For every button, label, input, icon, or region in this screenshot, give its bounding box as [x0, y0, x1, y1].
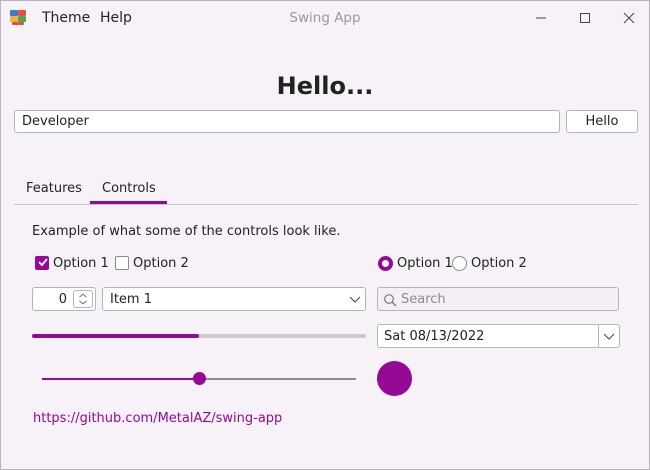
- slider-thumb[interactable]: [193, 372, 206, 385]
- checkbox-option-1[interactable]: [35, 256, 49, 270]
- number-spinner[interactable]: 0: [32, 287, 96, 311]
- checkbox-option-2-label: Option 2: [133, 256, 189, 271]
- close-icon[interactable]: [617, 7, 641, 29]
- slider[interactable]: [42, 372, 356, 385]
- item-combo[interactable]: Item 1: [102, 287, 366, 311]
- combo-value: Item 1: [110, 292, 152, 307]
- hello-title: Hello...: [276, 72, 374, 100]
- date-divider: [598, 325, 599, 347]
- chevron-down-icon: [349, 296, 361, 303]
- hello-button[interactable]: Hello: [566, 110, 638, 133]
- progress-bar: [32, 334, 366, 338]
- app-window: Theme Help Swing App Hello... Hello Feat…: [0, 0, 650, 470]
- chevron-down-icon[interactable]: [603, 331, 615, 341]
- radio-option-2-label: Option 2: [471, 256, 527, 271]
- search-icon: [384, 294, 397, 307]
- tab-controls[interactable]: Controls: [102, 181, 156, 196]
- progress-fill: [32, 334, 199, 338]
- date-value: Sat 08/13/2022: [384, 329, 485, 344]
- minimize-icon[interactable]: [529, 7, 553, 29]
- search-placeholder: Search: [401, 292, 446, 307]
- slider-fill: [42, 378, 199, 380]
- date-picker[interactable]: Sat 08/13/2022: [377, 324, 620, 348]
- checkbox-option-1-label: Option 1: [53, 256, 109, 271]
- maximize-icon[interactable]: [573, 7, 597, 29]
- search-field[interactable]: Search: [377, 287, 619, 311]
- github-link[interactable]: https://github.com/MetalAZ/swing-app: [33, 411, 282, 426]
- radio-option-1-label: Option 1: [397, 256, 453, 271]
- spinner-value: 0: [58, 292, 67, 307]
- radio-option-2[interactable]: [452, 256, 467, 271]
- radio-option-1[interactable]: [378, 256, 393, 271]
- tab-divider: [14, 204, 638, 205]
- name-input[interactable]: [14, 110, 560, 133]
- title-bar: Theme Help Swing App: [1, 1, 649, 35]
- tab-features[interactable]: Features: [26, 181, 82, 196]
- spinner-arrows-icon[interactable]: [73, 290, 93, 308]
- checkbox-option-2[interactable]: [115, 256, 129, 270]
- color-circle: [377, 361, 412, 396]
- check-icon: [38, 258, 48, 267]
- controls-description: Example of what some of the controls loo…: [32, 224, 341, 239]
